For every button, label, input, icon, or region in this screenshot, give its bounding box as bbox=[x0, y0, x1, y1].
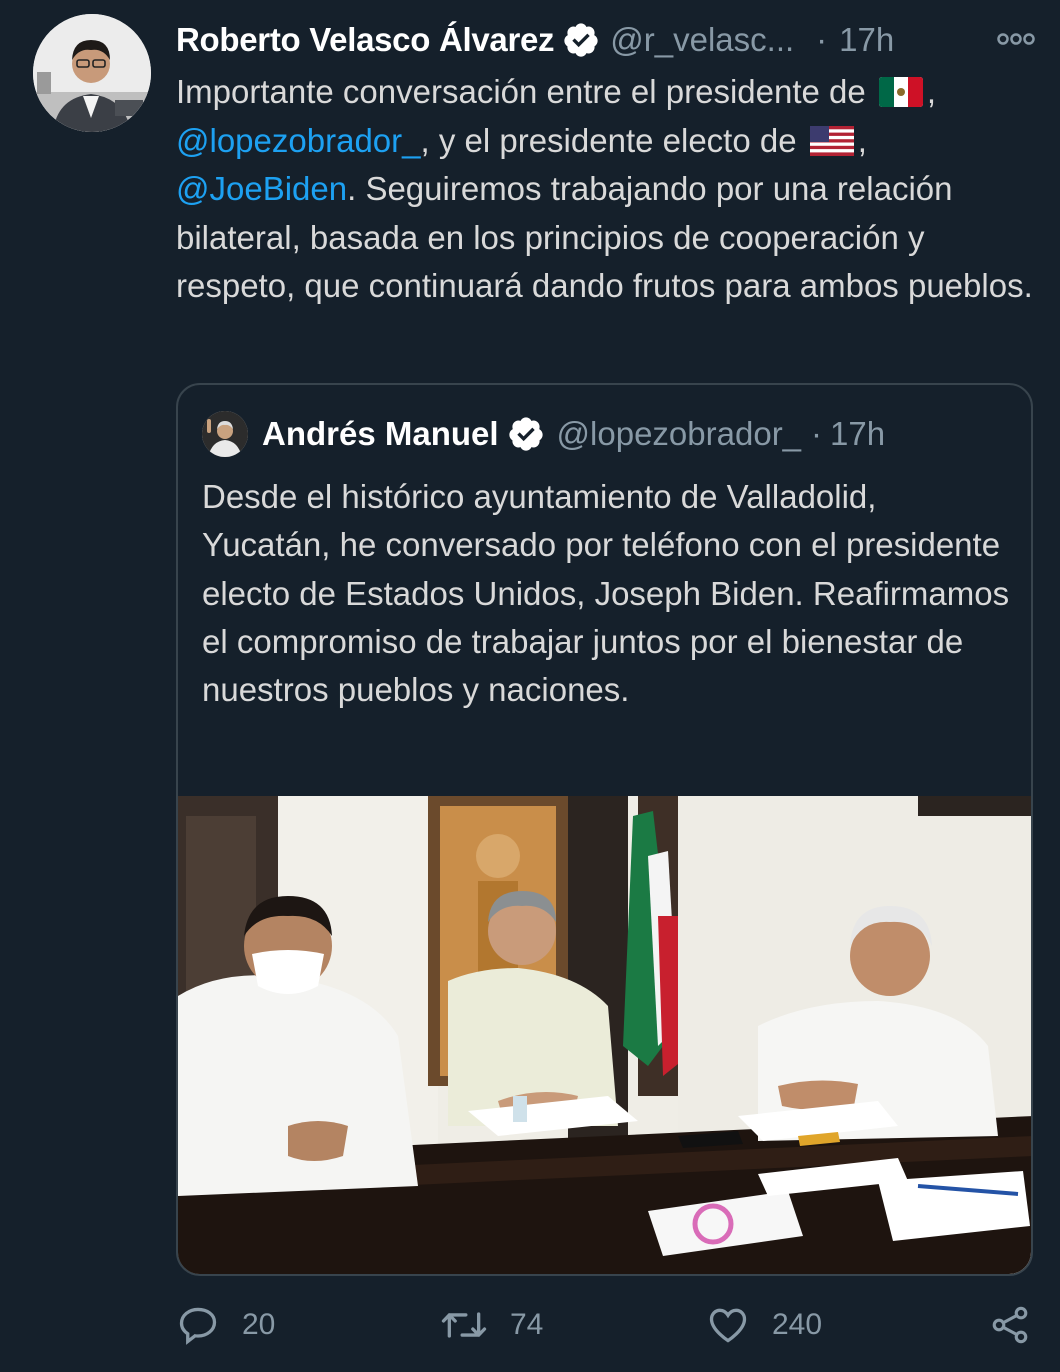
reply-button[interactable]: 20 bbox=[176, 1300, 275, 1350]
like-count: 240 bbox=[772, 1308, 823, 1341]
retweet-button[interactable]: 74 bbox=[440, 1300, 543, 1350]
quoted-timestamp[interactable]: 17h bbox=[830, 415, 885, 453]
tweet[interactable]: Roberto Velasco Álvarez @r_velasc... · 1… bbox=[0, 0, 1060, 1372]
like-button[interactable]: 240 bbox=[706, 1300, 822, 1350]
reply-icon bbox=[179, 1307, 217, 1345]
mention-link[interactable]: @JoeBiden bbox=[176, 170, 347, 207]
quoted-tweet[interactable]: Andrés Manuel @lopezobrador_ · 17h Desde… bbox=[176, 383, 1033, 1276]
tweet-photo[interactable] bbox=[178, 796, 1033, 1276]
usa-flag-icon bbox=[809, 125, 854, 156]
author-name[interactable]: Roberto Velasco Álvarez bbox=[176, 21, 555, 59]
tweet-text: Importante conversación entre el preside… bbox=[176, 73, 1033, 304]
quoted-author-avatar[interactable] bbox=[202, 411, 248, 457]
share-button[interactable] bbox=[988, 1300, 1032, 1350]
tweet-timestamp[interactable]: 17h bbox=[839, 21, 894, 59]
retweet-count: 74 bbox=[510, 1308, 544, 1341]
more-options-icon[interactable] bbox=[996, 24, 1036, 54]
verified-badge-icon bbox=[508, 417, 543, 451]
tweet-header: Roberto Velasco Álvarez @r_velasc... · 1… bbox=[176, 18, 1036, 62]
tweet-actions: 20 74 240 bbox=[176, 1300, 1036, 1350]
share-icon bbox=[992, 1306, 1028, 1344]
quoted-author-handle[interactable]: @lopezobrador_ bbox=[557, 415, 802, 453]
verified-badge-icon bbox=[564, 23, 598, 57]
quoted-tweet-text: Desde el histórico ayuntamiento de Valla… bbox=[202, 478, 1010, 709]
mention-link[interactable]: @lopezobrador_ bbox=[176, 122, 421, 159]
mexico-flag-icon bbox=[878, 77, 923, 107]
quoted-tweet-header: Andrés Manuel @lopezobrador_ · 17h bbox=[202, 411, 1002, 457]
author-avatar[interactable] bbox=[33, 14, 151, 132]
quoted-author-name[interactable]: Andrés Manuel bbox=[262, 415, 499, 453]
heart-icon bbox=[709, 1308, 747, 1343]
retweet-icon bbox=[441, 1312, 487, 1338]
reply-count: 20 bbox=[242, 1308, 276, 1341]
author-handle[interactable]: @r_velasc... bbox=[610, 21, 794, 59]
separator-dot: · bbox=[816, 21, 828, 58]
separator-dot: · bbox=[811, 415, 823, 452]
